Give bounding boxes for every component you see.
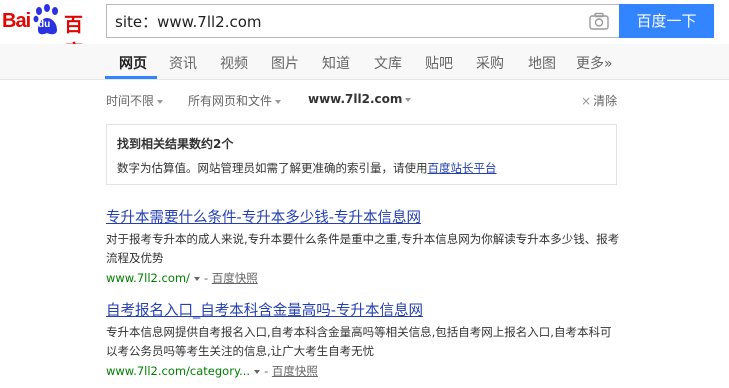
caret-down-icon xyxy=(275,99,282,104)
filter-filetype-label: 所有网页和文件 xyxy=(188,94,273,108)
filter-site-label: www.7ll2.com xyxy=(308,92,403,106)
result-title-link[interactable]: 专升本需要什么条件-专升本多少钱-专升本信息网 xyxy=(106,206,626,227)
filter-filetype[interactable]: 所有网页和文件 xyxy=(188,92,282,109)
search-result: 专升本需要什么条件-专升本多少钱-专升本信息网 对于报考专升本的成人来说,专升本… xyxy=(106,206,626,286)
logo-du-text: du xyxy=(38,19,51,30)
filter-time-label: 时间不限 xyxy=(106,94,155,108)
tab-web[interactable]: 网页 xyxy=(119,53,147,73)
caret-down-icon[interactable] xyxy=(254,369,261,374)
tab-zhidao[interactable]: 知道 xyxy=(322,53,350,73)
header: Bai du 百度 百度一下 xyxy=(0,0,729,63)
baidu-logo[interactable]: Bai du 百度 xyxy=(2,4,98,63)
result-count-title: 找到相关结果数约2个 xyxy=(117,137,234,151)
search-button[interactable]: 百度一下 xyxy=(619,4,714,38)
search-result: 自考报名入口_自考本科含金量高吗-专升本信息网 专升本信息网提供自考报名入口,自… xyxy=(106,299,626,379)
filter-time[interactable]: 时间不限 xyxy=(106,92,164,109)
filter-bar: 时间不限 所有网页和文件 www.7ll2.com × 清除 xyxy=(0,86,729,116)
tab-news[interactable]: 资讯 xyxy=(169,53,197,73)
clear-filters-button[interactable]: × 清除 xyxy=(581,92,617,109)
caret-down-icon xyxy=(405,97,412,102)
webmaster-platform-link[interactable]: 百度站长平台 xyxy=(428,161,497,175)
tab-tieba[interactable]: 贴吧 xyxy=(425,53,453,73)
caret-down-icon[interactable] xyxy=(193,276,200,281)
tab-bar: 网页 资讯 视频 图片 知道 文库 贴吧 采购 地图 更多» xyxy=(0,44,729,80)
result-title-link[interactable]: 自考报名入口_自考本科含金量高吗-专升本信息网 xyxy=(106,299,626,320)
camera-icon[interactable] xyxy=(589,12,609,30)
result-url-line: www.7ll2.com/category... - 百度快照 xyxy=(106,363,626,379)
result-count-desc-text: 数字为估算值。网站管理员如需了解更准确的索引量，请使用 xyxy=(117,161,428,175)
active-tab-indicator xyxy=(105,76,157,79)
tab-images[interactable]: 图片 xyxy=(271,53,299,73)
result-url[interactable]: www.7ll2.com/category... xyxy=(106,364,250,378)
result-url[interactable]: www.7ll2.com/ xyxy=(106,271,190,285)
tab-video[interactable]: 视频 xyxy=(220,53,248,73)
tab-caigou[interactable]: 采购 xyxy=(476,53,504,73)
cache-link[interactable]: 百度快照 xyxy=(272,364,318,378)
search-box xyxy=(106,4,619,38)
result-abstract: 专升本信息网提供自考报名入口,自考本科含金量高吗等相关信息,包括自考网上报名入口… xyxy=(106,325,612,358)
tab-more[interactable]: 更多» xyxy=(576,53,613,73)
result-count-desc: 数字为估算值。网站管理员如需了解更准确的索引量，请使用百度站长平台 xyxy=(117,160,497,176)
result-count-box: 找到相关结果数约2个 数字为估算值。网站管理员如需了解更准确的索引量，请使用百度… xyxy=(106,124,617,185)
result-separator: - xyxy=(203,271,209,285)
search-input[interactable] xyxy=(107,5,577,37)
clear-label: 清除 xyxy=(593,94,618,108)
logo-bai-text: Bai xyxy=(2,10,31,32)
filter-site[interactable]: www.7ll2.com xyxy=(308,92,412,106)
result-separator: - xyxy=(264,364,269,378)
result-url-line: www.7ll2.com/- 百度快照 xyxy=(106,270,626,286)
tab-wenku[interactable]: 文库 xyxy=(374,53,402,73)
close-icon: × xyxy=(581,94,592,108)
tab-map[interactable]: 地图 xyxy=(528,53,556,73)
cache-link[interactable]: 百度快照 xyxy=(212,271,258,285)
result-abstract: 对于报考专升本的成人来说,专升本要什么条件是重中之重,专升本信息网为你解读专升本… xyxy=(106,232,620,265)
caret-down-icon xyxy=(157,99,164,104)
